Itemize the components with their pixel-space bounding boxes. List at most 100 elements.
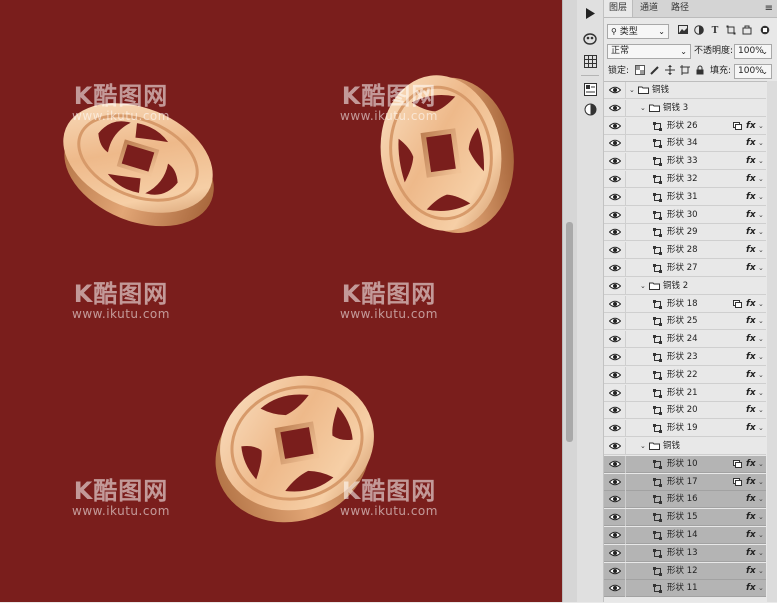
layer-row[interactable]: 形状 15 fx ⌄ — [604, 509, 766, 526]
effects-expand-chevron-icon[interactable]: ⌄ — [758, 456, 764, 472]
visibility-eye-icon[interactable] — [608, 566, 622, 576]
visibility-eye-icon[interactable] — [608, 245, 622, 255]
effects-expand-chevron-icon[interactable]: ⌄ — [758, 509, 764, 525]
layer-effects-icon[interactable]: fx — [746, 367, 756, 383]
layer-row[interactable]: 形状 10 fx ⌄ — [604, 456, 766, 473]
tab-paths[interactable]: 路径 — [666, 0, 694, 17]
effects-expand-chevron-icon[interactable]: ⌄ — [758, 563, 764, 579]
effects-expand-chevron-icon[interactable]: ⌄ — [758, 367, 764, 383]
tab-layers[interactable]: 图层 — [604, 0, 634, 17]
layer-row[interactable]: 形状 24 fx ⌄ — [604, 331, 766, 348]
layer-effects-icon[interactable]: fx — [746, 260, 756, 276]
effects-expand-chevron-icon[interactable]: ⌄ — [758, 135, 764, 151]
visibility-eye-icon[interactable] — [608, 227, 622, 237]
layer-row[interactable]: 形状 19 fx ⌄ — [604, 420, 766, 437]
layer-effects-icon[interactable]: fx — [746, 153, 756, 169]
visibility-eye-icon[interactable] — [608, 316, 622, 326]
visibility-eye-icon[interactable] — [608, 281, 622, 291]
layer-effects-icon[interactable]: fx — [746, 135, 756, 151]
visibility-eye-icon[interactable] — [608, 441, 622, 451]
effects-expand-chevron-icon[interactable]: ⌄ — [758, 385, 764, 401]
lock-transparent-icon[interactable] — [634, 65, 646, 77]
filter-kind-select[interactable]: ⚲ 类型 ⌄ — [607, 24, 669, 39]
visibility-eye-icon[interactable] — [608, 121, 622, 131]
visibility-eye-icon[interactable] — [608, 192, 622, 202]
effects-expand-chevron-icon[interactable]: ⌄ — [758, 153, 764, 169]
layer-row[interactable]: 形状 30 fx ⌄ — [604, 207, 766, 224]
blend-mode-select[interactable]: 正常 ⌄ — [607, 44, 691, 59]
adjust-palette-icon[interactable] — [580, 30, 600, 48]
layer-row[interactable]: 形状 33 fx ⌄ — [604, 153, 766, 170]
visibility-eye-icon[interactable] — [608, 423, 622, 433]
visibility-eye-icon[interactable] — [608, 210, 622, 220]
group-expand-chevron-icon[interactable]: ⌄ — [629, 82, 635, 98]
visibility-eye-icon[interactable] — [608, 405, 622, 415]
visibility-eye-icon[interactable] — [608, 156, 622, 166]
visibility-eye-icon[interactable] — [608, 388, 622, 398]
layer-effects-icon[interactable]: fx — [746, 456, 756, 472]
layer-row[interactable]: 形状 21 fx ⌄ — [604, 385, 766, 402]
visibility-eye-icon[interactable] — [608, 548, 622, 558]
play-icon[interactable] — [580, 4, 600, 22]
layer-effects-icon[interactable]: fx — [746, 224, 756, 240]
tab-channels[interactable]: 通道 — [635, 0, 663, 17]
effects-expand-chevron-icon[interactable]: ⌄ — [758, 402, 764, 418]
visibility-eye-icon[interactable] — [608, 494, 622, 504]
layer-effects-icon[interactable]: fx — [746, 527, 756, 543]
layer-effects-icon[interactable]: fx — [746, 563, 756, 579]
lock-all-icon[interactable] — [694, 65, 706, 77]
visibility-eye-icon[interactable] — [608, 299, 622, 309]
filter-pixel-icon[interactable] — [677, 25, 689, 37]
layer-row[interactable]: 形状 32 fx ⌄ — [604, 171, 766, 188]
layer-effects-icon[interactable]: fx — [746, 207, 756, 223]
visibility-eye-icon[interactable] — [608, 530, 622, 540]
layer-group-row[interactable]: ⌄ 铜钱 — [604, 438, 766, 455]
fill-input[interactable]: 100% ⌄ — [734, 64, 772, 79]
layer-row[interactable]: 形状 27 fx ⌄ — [604, 260, 766, 277]
visibility-eye-icon[interactable] — [608, 85, 622, 95]
effects-expand-chevron-icon[interactable]: ⌄ — [758, 420, 764, 436]
layer-row[interactable]: 形状 22 fx ⌄ — [604, 367, 766, 384]
layer-row[interactable]: 形状 28 fx ⌄ — [604, 242, 766, 259]
layer-row[interactable]: 形状 29 fx ⌄ — [604, 224, 766, 241]
layer-row[interactable]: 形状 13 fx ⌄ — [604, 545, 766, 562]
layer-row[interactable]: 形状 12 fx ⌄ — [604, 563, 766, 580]
effects-expand-chevron-icon[interactable]: ⌄ — [758, 171, 764, 187]
layer-effects-icon[interactable]: fx — [746, 491, 756, 507]
visibility-eye-icon[interactable] — [608, 138, 622, 148]
group-expand-chevron-icon[interactable]: ⌄ — [640, 278, 646, 294]
visibility-eye-icon[interactable] — [608, 103, 622, 113]
layer-row[interactable]: 形状 25 fx ⌄ — [604, 313, 766, 330]
effects-expand-chevron-icon[interactable]: ⌄ — [758, 474, 764, 490]
lock-position-icon[interactable] — [664, 65, 676, 77]
filter-type-icon[interactable]: T — [709, 25, 721, 37]
layer-effects-icon[interactable]: fx — [746, 545, 756, 561]
group-expand-chevron-icon[interactable]: ⌄ — [640, 438, 646, 454]
layer-row[interactable]: 形状 34 fx ⌄ — [604, 135, 766, 152]
canvas-scrollbar[interactable] — [562, 0, 577, 602]
effects-expand-chevron-icon[interactable]: ⌄ — [758, 349, 764, 365]
effects-expand-chevron-icon[interactable]: ⌄ — [758, 491, 764, 507]
filter-shape-icon[interactable] — [725, 25, 737, 37]
effects-expand-chevron-icon[interactable]: ⌄ — [758, 313, 764, 329]
lock-artboard-icon[interactable] — [679, 65, 691, 77]
visibility-eye-icon[interactable] — [608, 263, 622, 273]
layer-row[interactable]: 形状 11 fx ⌄ — [604, 580, 766, 597]
layer-group-row[interactable]: ⌄ 铜钱 2 — [604, 278, 766, 295]
canvas-scrollbar-thumb[interactable] — [566, 222, 573, 442]
visibility-eye-icon[interactable] — [608, 370, 622, 380]
filter-toggle-icon[interactable] — [759, 25, 771, 37]
layer-effects-icon[interactable]: fx — [746, 385, 756, 401]
effects-expand-chevron-icon[interactable]: ⌄ — [758, 118, 764, 134]
layer-group-row[interactable]: ⌄ 铜钱 3 — [604, 100, 766, 117]
layer-row[interactable]: 形状 18 fx ⌄ — [604, 296, 766, 313]
visibility-eye-icon[interactable] — [608, 583, 622, 593]
effects-expand-chevron-icon[interactable]: ⌄ — [758, 242, 764, 258]
grid-icon[interactable] — [580, 52, 600, 70]
layer-effects-icon[interactable]: fx — [746, 118, 756, 134]
layer-list-scrollbar[interactable] — [767, 81, 777, 602]
effects-expand-chevron-icon[interactable]: ⌄ — [758, 580, 764, 596]
visibility-eye-icon[interactable] — [608, 512, 622, 522]
adjustments-icon[interactable] — [580, 100, 600, 118]
layer-effects-icon[interactable]: fx — [746, 402, 756, 418]
